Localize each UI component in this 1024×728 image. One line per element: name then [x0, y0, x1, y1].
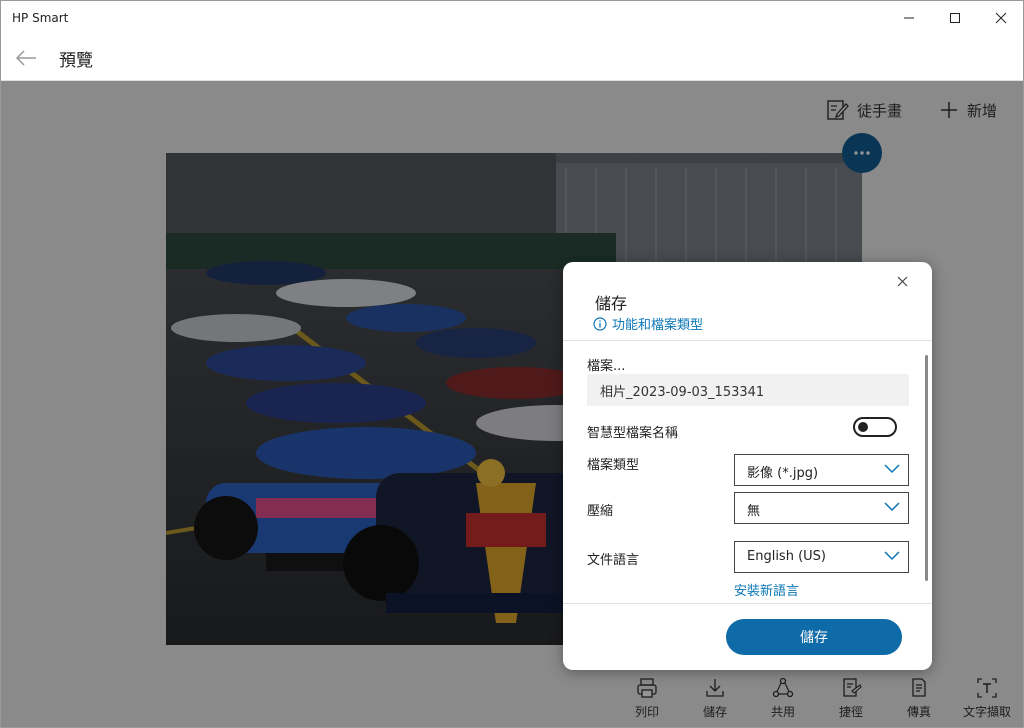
document-language-select[interactable]: English (US) [734, 541, 909, 573]
compression-label: 壓縮 [587, 504, 614, 519]
close-icon [995, 12, 1007, 24]
app-title: HP Smart [12, 11, 69, 25]
save-button[interactable]: 儲存 [726, 619, 902, 655]
dialog-close-button[interactable] [889, 268, 915, 294]
page-header: 預覽 [1, 35, 1023, 81]
save-dialog: 儲存 功能和檔案類型 檔案... 相片_2023-09-03_153341 智慧… [563, 262, 932, 670]
install-language-link[interactable]: 安裝新語言 [734, 580, 799, 599]
file-type-select[interactable]: 影像 (*.jpg) [734, 454, 909, 486]
dialog-scroll-body[interactable]: 檔案... 相片_2023-09-03_153341 智慧型檔案名稱 檔案類型 … [563, 341, 932, 603]
chevron-down-icon [884, 502, 900, 512]
maximize-button[interactable] [932, 1, 978, 35]
arrow-left-icon [15, 50, 36, 66]
file-label: 檔案... [587, 359, 626, 374]
page-title: 預覽 [59, 51, 93, 71]
minimize-button[interactable] [886, 1, 932, 35]
maximize-icon [950, 13, 960, 23]
chevron-down-icon [884, 551, 900, 561]
dialog-scrollbar[interactable] [925, 355, 928, 581]
back-button[interactable] [11, 43, 41, 73]
features-file-types-link[interactable]: 功能和檔案類型 [593, 314, 703, 333]
document-language-value: English (US) [747, 549, 826, 564]
file-name-field[interactable]: 相片_2023-09-03_153341 [587, 374, 909, 406]
title-bar: HP Smart [1, 1, 1023, 35]
close-icon [897, 276, 907, 286]
toggle-knob [858, 422, 868, 432]
minimize-icon [904, 17, 914, 19]
compression-select[interactable]: 無 [734, 492, 909, 524]
footer-separator [563, 603, 932, 604]
compression-value: 無 [747, 504, 761, 519]
file-type-label: 檔案類型 [587, 458, 640, 473]
smart-filename-label: 智慧型檔案名稱 [587, 426, 679, 441]
features-link-label: 功能和檔案類型 [612, 318, 704, 333]
dialog-title: 儲存 [595, 294, 628, 313]
document-language-label: 文件語言 [587, 553, 640, 568]
chevron-down-icon [884, 464, 900, 474]
file-type-value: 影像 (*.jpg) [747, 466, 819, 481]
close-button[interactable] [978, 1, 1023, 35]
smart-filename-toggle[interactable] [853, 417, 897, 437]
info-icon [593, 316, 607, 331]
app-window: HP Smart 預覽 徒手畫 新增 列印 儲存 共用 捷徑 傳真 文字擷取 儲… [0, 0, 1024, 728]
